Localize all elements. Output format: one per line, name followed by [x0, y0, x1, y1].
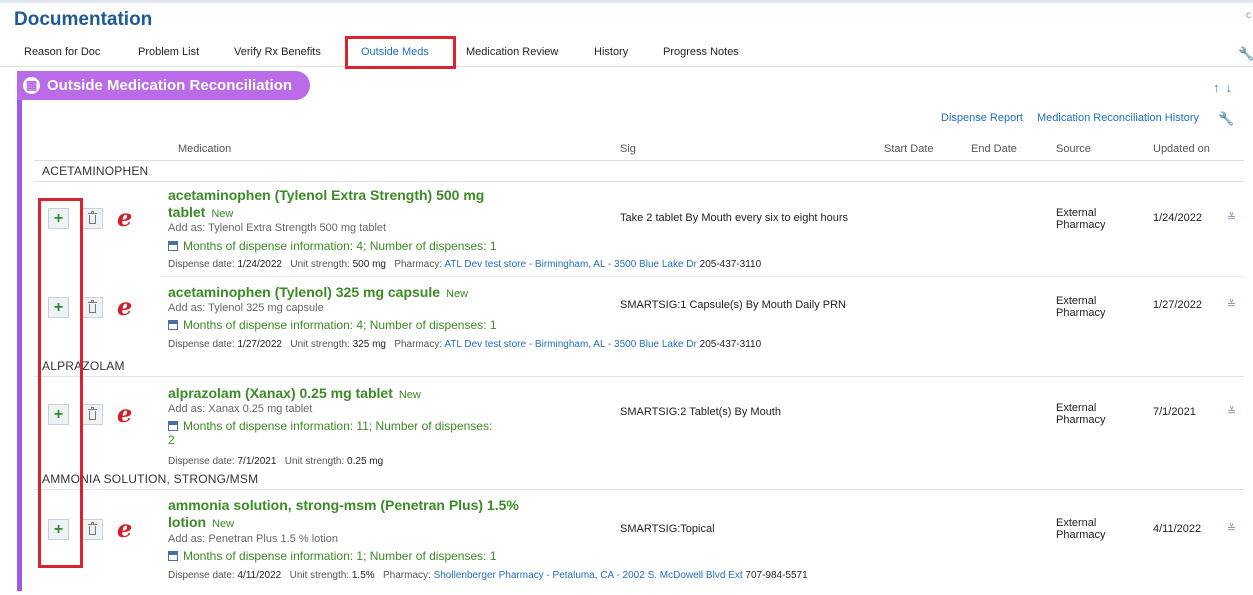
reconciliation-history-link[interactable]: Medication Reconciliation History	[1037, 112, 1199, 124]
chevron-double-down-icon[interactable]: ≚	[1227, 405, 1236, 418]
source-text: External Pharmacy	[1056, 207, 1106, 231]
wrench-icon[interactable]: 🔧	[1218, 111, 1234, 127]
up-down-arrows-icon[interactable]: ↑↓	[1213, 80, 1238, 95]
trash-icon[interactable]	[82, 404, 103, 425]
tab-medication-review[interactable]: Medication Review	[466, 46, 558, 58]
calendar-icon	[168, 421, 178, 431]
group-divider	[34, 489, 1244, 490]
tab-bar: Reason for Doc Problem List Verify Rx Be…	[0, 38, 1253, 67]
e-icon[interactable]: e	[117, 402, 132, 426]
e-icon[interactable]: e	[117, 206, 132, 230]
med-name[interactable]: alprazolam (Xanax) 0.25 mg tablet New	[168, 385, 421, 404]
page-title: Documentation	[14, 9, 153, 30]
dispense-report-link[interactable]: Dispense Report	[941, 112, 1023, 124]
add-as-text: Add as: Penetran Plus 1.5 % lotion	[168, 533, 338, 545]
panel-header: ▦ Outside Medication Reconciliation	[17, 71, 311, 100]
action-column-highlight	[38, 198, 83, 568]
add-as-text: Add as: Xanax 0.25 mg tablet	[168, 403, 313, 415]
calendar-icon	[168, 241, 178, 251]
reconcile-icon: ▦	[23, 77, 40, 94]
status-badge: New	[446, 288, 469, 300]
calendar-icon	[168, 320, 178, 330]
med-name[interactable]: acetaminophen (Tylenol) 325 mg capsule Ne…	[168, 284, 468, 303]
corner-mark: c	[1246, 10, 1251, 21]
calendar-icon	[168, 551, 178, 561]
dispense-details: Dispense date: 4/11/2022 Unit strength: …	[168, 570, 808, 581]
dispense-details: Dispense date: 1/27/2022 Unit strength: …	[168, 339, 762, 350]
chevron-double-down-icon[interactable]: ≚	[1227, 211, 1236, 224]
tab-verify-rx-benefits[interactable]: Verify Rx Benefits	[234, 46, 321, 58]
row-divider	[160, 276, 1244, 277]
col-medication[interactable]: Medication	[178, 143, 231, 155]
status-badge: New	[398, 389, 421, 401]
col-sig[interactable]: Sig	[620, 143, 636, 155]
updated-date: 1/24/2022	[1153, 212, 1202, 224]
tab-progress-notes[interactable]: Progress Notes	[663, 46, 739, 58]
pharmacy-link[interactable]: Shollenberger Pharmacy - Petaluma, CA - …	[434, 570, 743, 581]
dispense-months-link[interactable]: Months of dispense information: 4; Numbe…	[168, 318, 497, 332]
group-header: ACETAMINOPHEN	[42, 164, 149, 178]
source-text: External Pharmacy	[1056, 517, 1106, 541]
wrench-icon[interactable]: 🔧	[1238, 46, 1253, 62]
tab-highlight-box	[345, 36, 456, 69]
updated-date: 7/1/2021	[1153, 406, 1196, 418]
tab-reason-for-doc[interactable]: Reason for Doc	[24, 46, 100, 58]
updated-date: 4/11/2022	[1153, 523, 1202, 535]
dispense-months-link[interactable]: Months of dispense information: 11; Numb…	[168, 419, 492, 447]
header-divider	[34, 160, 1244, 161]
tab-history[interactable]: History	[594, 46, 628, 58]
status-badge: New	[211, 208, 234, 220]
col-updated-on[interactable]: Updated on	[1153, 143, 1210, 155]
status-badge: New	[212, 518, 235, 530]
pharmacy-link[interactable]: ATL Dev test store - Birmingham, AL - 35…	[444, 259, 697, 270]
tab-problem-list[interactable]: Problem List	[138, 46, 199, 58]
col-start-date[interactable]: Start Date	[884, 143, 934, 155]
chevron-double-down-icon[interactable]: ≚	[1227, 522, 1236, 535]
updated-date: 1/27/2022	[1153, 299, 1202, 311]
source-text: External Pharmacy	[1056, 295, 1106, 319]
group-divider	[34, 376, 1244, 377]
dispense-months-link[interactable]: Months of dispense information: 4; Numbe…	[168, 239, 497, 253]
chevron-double-down-icon[interactable]: ≚	[1227, 298, 1236, 311]
e-icon[interactable]: e	[117, 295, 132, 319]
pharmacy-link[interactable]: ATL Dev test store - Birmingham, AL - 35…	[444, 339, 697, 350]
dispense-details: Dispense date: 1/24/2022 Unit strength: …	[168, 259, 762, 270]
top-border	[0, 0, 1253, 3]
e-icon[interactable]: e	[117, 517, 132, 541]
add-as-text: Add as: Tylenol Extra Strength 500 mg ta…	[168, 222, 387, 234]
sig-text: Take 2 tablet By Mouth every six to eigh…	[620, 212, 849, 224]
med-name[interactable]: ammonia solution, strong-msm (Penetran P…	[168, 497, 519, 533]
panel-title: Outside Medication Reconciliation	[47, 77, 293, 94]
group-divider	[34, 181, 1244, 182]
med-name[interactable]: acetaminophen (Tylenol Extra Strength) 5…	[168, 187, 484, 223]
col-source[interactable]: Source	[1056, 143, 1091, 155]
sig-text: SMARTSIG:1 Capsule(s) By Mouth Daily PRN	[620, 299, 846, 311]
source-text: External Pharmacy	[1056, 402, 1106, 426]
sig-text: SMARTSIG:2 Tablet(s) By Mouth	[620, 406, 781, 418]
sig-text: SMARTSIG:Topical	[620, 523, 715, 535]
add-as-text: Add as: Tylenol 325 mg capsule	[168, 302, 324, 314]
dispense-details: Dispense date: 7/1/2021 Unit strength: 0…	[168, 456, 384, 467]
trash-icon[interactable]	[82, 519, 103, 540]
col-end-date[interactable]: End Date	[971, 143, 1017, 155]
trash-icon[interactable]	[82, 208, 103, 229]
dispense-months-link[interactable]: Months of dispense information: 1; Numbe…	[168, 549, 497, 563]
trash-icon[interactable]	[82, 297, 103, 318]
